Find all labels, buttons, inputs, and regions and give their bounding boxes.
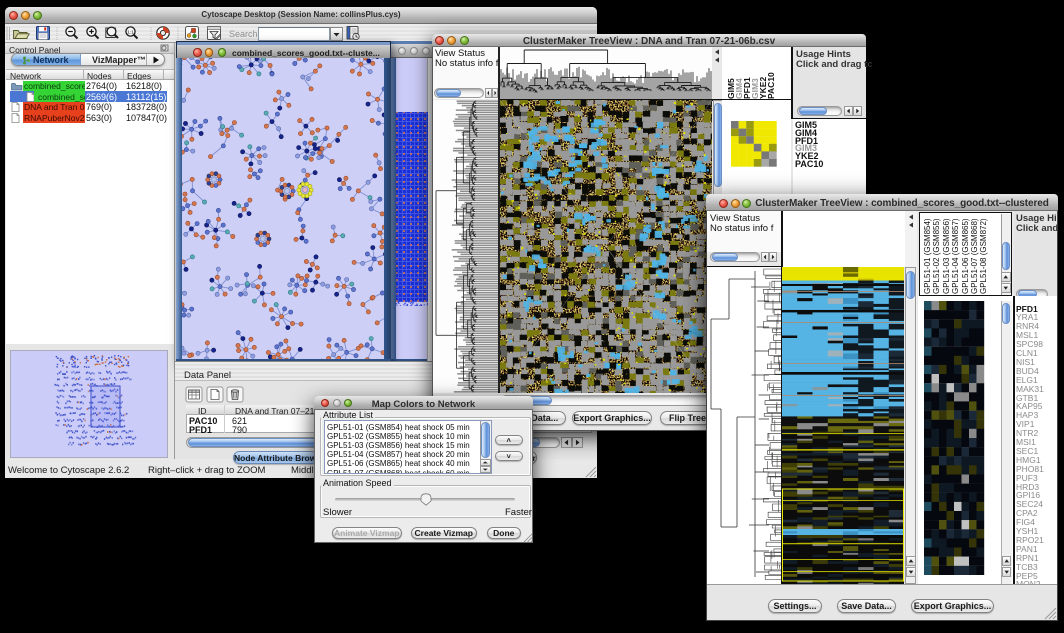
svg-text:1:1: 1:1: [127, 29, 134, 35]
